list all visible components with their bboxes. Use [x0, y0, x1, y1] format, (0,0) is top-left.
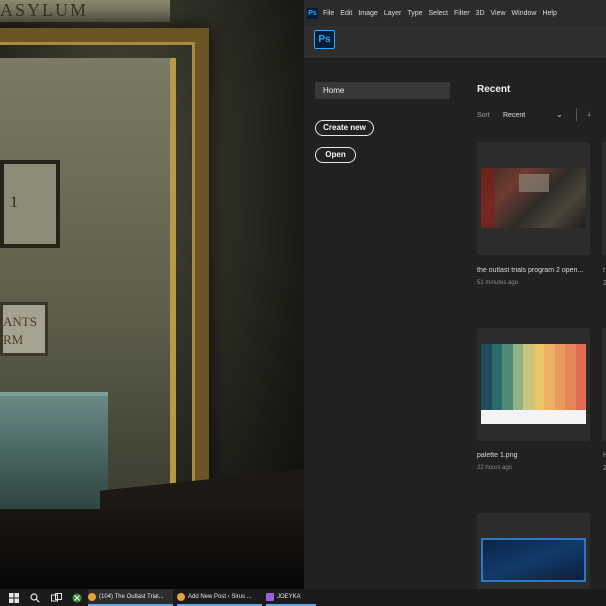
arrow-down-icon[interactable]: ↓ [587, 109, 591, 118]
twitch-icon [266, 592, 274, 601]
task-view-icon[interactable] [49, 591, 63, 605]
palette-swatch [491, 344, 502, 410]
chevron-down-icon[interactable]: ⌄ [556, 110, 563, 119]
palette-swatch [565, 344, 576, 410]
palette-swatch [533, 344, 544, 410]
photoshop-logo[interactable]: Ps [314, 30, 335, 49]
menu-image[interactable]: Image [358, 10, 377, 17]
palette-swatch [554, 344, 565, 410]
menu-window[interactable]: Window [512, 10, 537, 17]
sort-label: Sort [477, 112, 490, 119]
palette-swatch [481, 344, 492, 410]
search-icon[interactable] [28, 591, 42, 605]
menu-view[interactable]: View [491, 10, 506, 17]
floor [0, 509, 304, 589]
menu-help[interactable]: Help [542, 10, 556, 17]
taskbar: (104) The Outlast Trial... Add New Post … [0, 589, 606, 606]
menu-file[interactable]: File [323, 10, 334, 17]
wall-sign: ANTS RM [0, 302, 48, 356]
file-thumbnail [481, 538, 586, 582]
sort-divider [576, 108, 577, 121]
file-name[interactable]: the outlast trials program 2 open... [477, 267, 589, 274]
game-top-sign: ASYLUM [0, 0, 170, 22]
chrome-icon [88, 592, 96, 601]
recent-file-card[interactable] [477, 142, 590, 255]
recent-file-card-peek[interactable] [602, 328, 606, 441]
menu-layer[interactable]: Layer [384, 10, 402, 17]
xbox-icon[interactable] [70, 591, 84, 605]
photoshop-window: Ps File Edit Image Layer Type Select Fil… [304, 0, 606, 589]
menu-bar: Ps File Edit Image Layer Type Select Fil… [304, 0, 606, 26]
palette-swatch [523, 344, 534, 410]
wall-plaque: 1 [0, 160, 60, 248]
menu-filter[interactable]: Filter [454, 10, 470, 17]
recent-file-card[interactable] [477, 513, 590, 589]
palette-swatch [512, 344, 523, 410]
file-time: 51 minutes ago [477, 280, 519, 286]
sort-dropdown[interactable]: Recent [503, 112, 525, 119]
create-new-button[interactable]: Create new [315, 120, 374, 136]
app-bar [304, 26, 606, 59]
menu-type[interactable]: Type [407, 10, 422, 17]
palette-swatches [481, 344, 586, 410]
menu-select[interactable]: Select [429, 10, 448, 17]
recent-file-card[interactable] [477, 328, 590, 441]
nav-home[interactable]: Home [315, 82, 450, 99]
photoshop-app-icon: Ps [307, 7, 318, 19]
file-thumbnail [481, 168, 586, 228]
recent-heading: Recent [477, 84, 511, 95]
palette-swatch [502, 344, 513, 410]
menu-3d[interactable]: 3D [476, 10, 485, 17]
taskbar-item-browser-post[interactable]: Add New Post ‹ Sirus ... [177, 589, 262, 606]
peek-file-name: t [603, 267, 605, 274]
file-thumbnail [481, 344, 586, 424]
recent-file-card-peek[interactable] [602, 142, 606, 255]
taskbar-item-twitch[interactable]: JOEYKA [266, 589, 316, 606]
chrome-icon [177, 592, 185, 601]
menu-edit[interactable]: Edit [340, 10, 352, 17]
file-name[interactable]: palette 1.png [477, 452, 589, 459]
file-time: 22 hours ago [477, 465, 513, 471]
game-screenshot: ASYLUM 1 ANTS RM [0, 0, 304, 589]
taskbar-item-browser-outlast[interactable]: (104) The Outlast Trial... [88, 589, 173, 606]
palette-swatch [544, 344, 555, 410]
open-button[interactable]: Open [315, 147, 356, 163]
palette-swatch [575, 344, 586, 410]
windows-start-icon[interactable] [7, 591, 21, 605]
